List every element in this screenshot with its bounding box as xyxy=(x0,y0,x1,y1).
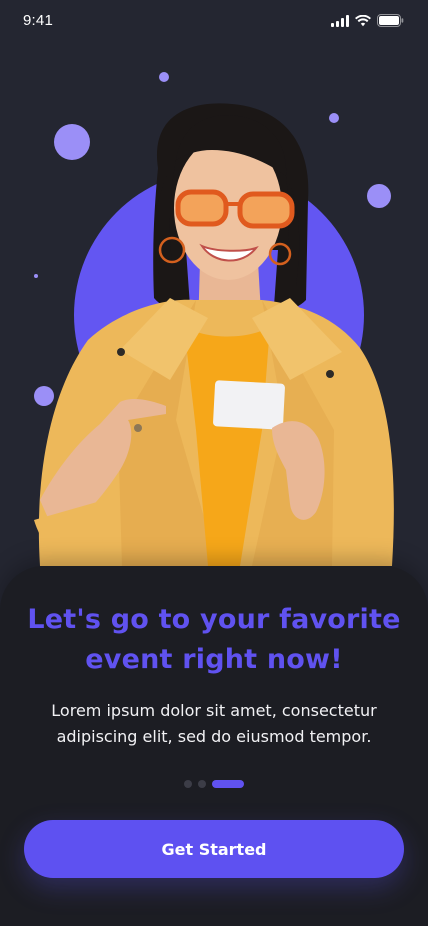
hero-illustration xyxy=(0,0,428,620)
page-indicator xyxy=(184,780,244,788)
person-photo xyxy=(34,103,394,566)
get-started-button[interactable]: Get Started xyxy=(24,820,404,878)
page-dot-1[interactable] xyxy=(184,780,192,788)
onboarding-title: Let's go to your favorite event right no… xyxy=(27,604,401,675)
page-dot-3-active[interactable] xyxy=(212,780,244,788)
onboarding-description: Lorem ipsum dolor sit amet, consectetur … xyxy=(51,701,377,746)
onboarding-screen: 9:41 Let's go to your favorite event rig… xyxy=(0,0,428,926)
page-dot-2[interactable] xyxy=(198,780,206,788)
